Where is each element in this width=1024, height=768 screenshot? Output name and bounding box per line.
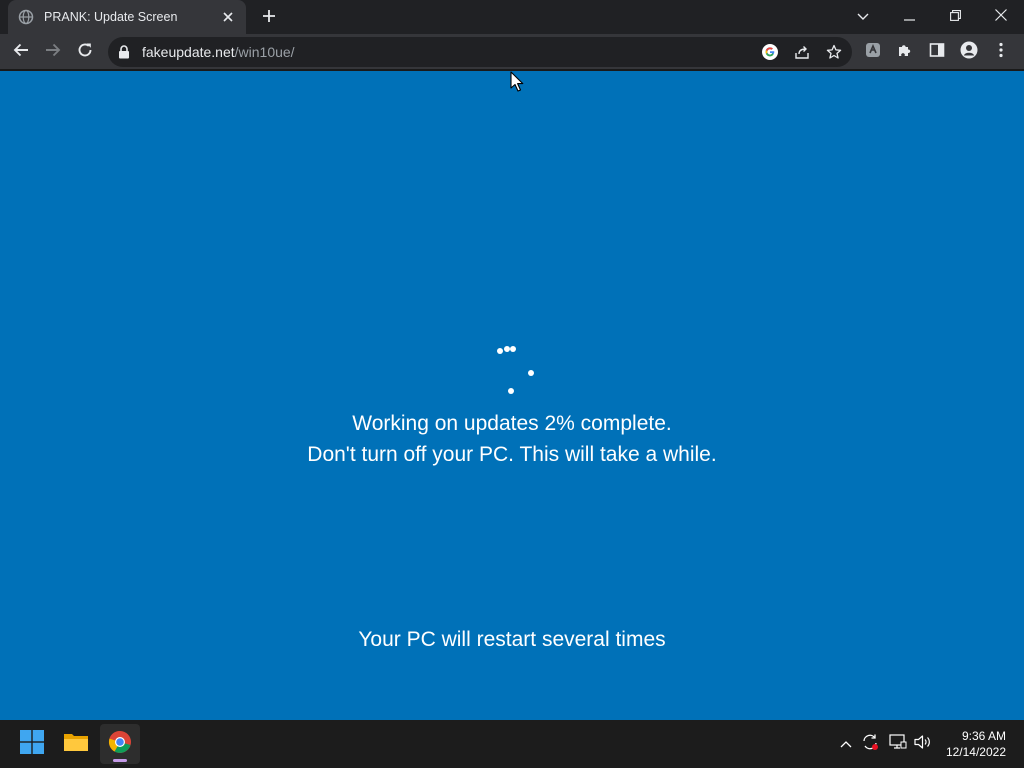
spinner-dot — [508, 388, 514, 394]
profile-button[interactable] — [954, 37, 984, 67]
puzzle-icon — [897, 42, 913, 63]
taskbar: 9:36 AM 12/14/2022 — [0, 720, 1024, 768]
arrow-left-icon — [13, 42, 29, 63]
network-tray-button[interactable] — [888, 733, 908, 755]
show-hidden-icons-button[interactable] — [836, 734, 856, 754]
browser-menu-button[interactable] — [986, 37, 1016, 67]
star-icon[interactable] — [824, 42, 844, 62]
plus-icon — [262, 9, 276, 28]
url-path: /win10ue/ — [234, 44, 295, 60]
kebab-menu-icon — [999, 42, 1003, 63]
network-icon — [889, 733, 907, 755]
window-close-button[interactable] — [978, 0, 1024, 34]
tab-active[interactable]: PRANK: Update Screen — [8, 0, 246, 34]
tab-search-button[interactable] — [840, 0, 886, 34]
url-host: fakeupdate.net — [142, 44, 235, 60]
side-panel-icon — [929, 42, 945, 63]
close-icon — [995, 8, 1007, 26]
volume-tray-button[interactable] — [913, 734, 933, 754]
globe-icon — [18, 9, 34, 25]
minimize-button[interactable] — [886, 0, 932, 34]
spinner-dot — [510, 346, 516, 352]
active-app-indicator — [113, 759, 127, 762]
minimize-icon — [903, 8, 915, 26]
url-text: fakeupdate.net/win10ue/ — [142, 44, 295, 60]
mouse-cursor-icon — [510, 71, 524, 98]
sync-tray-button[interactable] — [860, 734, 880, 754]
update-progress-text: Working on updates 2% complete. — [352, 412, 672, 435]
spinner-dot — [528, 370, 534, 376]
extensions-menu-button[interactable] — [890, 37, 920, 67]
chrome-taskbar-button[interactable] — [100, 724, 140, 764]
volume-icon — [914, 734, 932, 755]
chevron-down-icon — [857, 8, 869, 26]
lock-icon[interactable] — [118, 45, 130, 64]
address-bar[interactable]: fakeupdate.net/win10ue/ — [108, 37, 852, 67]
chevron-up-icon — [840, 735, 852, 753]
update-warning-text: Don't turn off your PC. This will take a… — [307, 443, 717, 466]
arrow-right-icon — [45, 42, 61, 63]
chrome-icon — [108, 730, 132, 759]
reload-button[interactable] — [70, 37, 100, 67]
close-icon[interactable] — [220, 9, 236, 25]
restore-icon — [949, 8, 961, 26]
back-button[interactable] — [6, 37, 36, 67]
spinner-dot — [497, 348, 503, 354]
file-explorer-button[interactable] — [56, 724, 96, 764]
side-panel-button[interactable] — [922, 37, 952, 67]
windows-start-icon — [20, 729, 44, 759]
start-button[interactable] — [12, 724, 52, 764]
forward-button[interactable] — [38, 37, 68, 67]
browser-toolbar: fakeupdate.net/win10ue/ — [0, 34, 1024, 70]
profile-icon — [960, 41, 978, 64]
google-icon[interactable] — [760, 42, 780, 62]
update-screen: Working on updates 2% complete. Don't tu… — [0, 71, 1024, 720]
new-tab-button[interactable] — [258, 7, 280, 29]
reload-icon — [77, 42, 93, 63]
restore-button[interactable] — [932, 0, 978, 34]
extension-shield-icon — [865, 42, 881, 63]
clock-time: 9:36 AM — [961, 729, 1006, 743]
loading-spinner — [0, 71, 1024, 720]
tab-strip: PRANK: Update Screen — [0, 0, 1024, 34]
system-clock[interactable]: 9:36 AM 12/14/2022 — [946, 728, 1006, 760]
share-icon[interactable] — [792, 42, 812, 62]
extension-button[interactable] — [858, 37, 888, 67]
spinner-dot — [504, 346, 510, 352]
tab-title: PRANK: Update Screen — [44, 10, 178, 24]
clock-date: 12/14/2022 — [945, 745, 1006, 759]
sync-icon — [861, 733, 879, 756]
restart-notice-text: Your PC will restart several times — [358, 628, 666, 651]
file-explorer-icon — [63, 731, 89, 758]
